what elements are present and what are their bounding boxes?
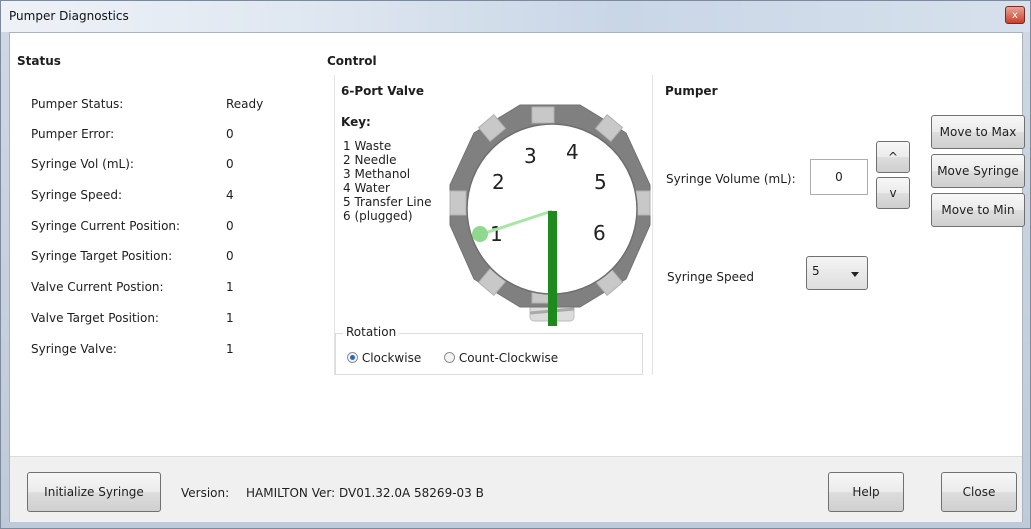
move-syringe-button[interactable]: Move Syringe xyxy=(931,154,1025,188)
dialog-body: Status Pumper Status: Ready Pumper Error… xyxy=(9,32,1025,522)
control-heading: Control xyxy=(327,54,377,68)
status-value: 0 xyxy=(226,249,234,263)
valve-key-heading: Key: xyxy=(341,115,371,129)
status-label: Syringe Valve: xyxy=(31,342,117,356)
valve-key-item: 1 Waste xyxy=(343,139,392,153)
status-label: Syringe Speed: xyxy=(31,188,123,202)
status-value: Ready xyxy=(226,97,264,111)
status-value: 1 xyxy=(226,311,234,325)
status-label: Valve Current Postion: xyxy=(31,280,164,294)
syringe-volume-input[interactable]: 0 xyxy=(810,159,868,195)
syringe-speed-value: 5 xyxy=(812,264,820,278)
status-value: 0 xyxy=(226,127,234,141)
radio-clockwise[interactable]: Clockwise xyxy=(347,351,421,365)
syringe-volume-label: Syringe Volume (mL): xyxy=(666,172,796,186)
status-label: Pumper Status: xyxy=(31,97,124,111)
window-close-button[interactable]: x xyxy=(1005,6,1025,24)
port-number-1: 1 xyxy=(490,222,503,246)
status-value: 0 xyxy=(226,219,234,233)
valve-heading: 6-Port Valve xyxy=(341,84,425,98)
valve-key-item: 5 Transfer Line xyxy=(343,195,432,209)
syringe-speed-label: Syringe Speed xyxy=(667,270,755,284)
valve-key-item: 4 Water xyxy=(343,181,390,195)
status-label: Valve Target Position: xyxy=(31,311,159,325)
close-icon: x xyxy=(1012,10,1018,21)
radio-unselected-icon xyxy=(444,352,455,363)
volume-down-button[interactable]: v xyxy=(876,177,910,209)
status-label: Pumper Error: xyxy=(31,127,115,141)
valve-key-item: 6 (plugged) xyxy=(343,209,413,223)
pumper-diagnostics-window: Pumper Diagnostics x Status Pumper Statu… xyxy=(0,0,1031,529)
port-number-4: 4 xyxy=(566,140,579,164)
port-number-5: 5 xyxy=(594,170,607,194)
control-divider xyxy=(334,75,335,375)
status-value: 4 xyxy=(226,188,234,202)
version-value: HAMILTON Ver: DV01.32.0A 58269-03 B xyxy=(246,486,484,500)
pumper-heading: Pumper xyxy=(665,84,718,98)
valve-key-item: 2 Needle xyxy=(343,153,397,167)
chevron-up-icon: ^ xyxy=(887,150,899,164)
status-value: 1 xyxy=(226,342,234,356)
help-button[interactable]: Help xyxy=(828,472,904,512)
port-number-6: 6 xyxy=(593,221,606,245)
radio-selected-icon xyxy=(347,352,358,363)
rotation-legend: Rotation xyxy=(343,325,400,339)
status-label: Syringe Current Position: xyxy=(31,219,181,233)
active-port-indicator xyxy=(472,226,488,242)
status-value: 0 xyxy=(226,157,234,171)
valve-handle-long xyxy=(548,211,557,326)
valve-key-item: 3 Methanol xyxy=(343,167,411,181)
status-heading: Status xyxy=(17,54,61,68)
radio-count-clockwise[interactable]: Count-Clockwise xyxy=(444,351,558,365)
close-button[interactable]: Close xyxy=(941,472,1017,512)
status-label: Syringe Target Position: xyxy=(31,249,173,263)
radio-clockwise-label: Clockwise xyxy=(361,351,422,365)
radio-count-clockwise-label: Count-Clockwise xyxy=(458,351,559,365)
syringe-speed-select[interactable]: 5 xyxy=(806,256,868,290)
version-label: Version: xyxy=(181,486,230,500)
window-title: Pumper Diagnostics xyxy=(9,9,129,23)
chevron-down-icon: v xyxy=(889,186,897,200)
port-number-2: 2 xyxy=(492,170,505,194)
initialize-syringe-button[interactable]: Initialize Syringe xyxy=(27,472,161,512)
move-to-min-button[interactable]: Move to Min xyxy=(931,193,1025,227)
title-bar: Pumper Diagnostics x xyxy=(1,1,1030,32)
six-port-valve-diagram[interactable]: 1 2 3 4 5 6 xyxy=(442,101,658,329)
footer-bar: Initialize Syringe Version: HAMILTON Ver… xyxy=(10,456,1022,522)
volume-up-button[interactable]: ^ xyxy=(876,141,910,173)
move-to-max-button[interactable]: Move to Max xyxy=(931,115,1025,149)
status-value: 1 xyxy=(226,280,234,294)
port-number-3: 3 xyxy=(524,144,537,168)
dropdown-arrow-icon xyxy=(851,272,859,277)
status-label: Syringe Vol (mL): xyxy=(31,157,134,171)
